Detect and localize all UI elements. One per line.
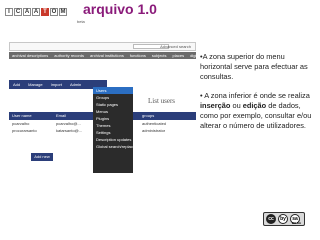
advanced-search-link[interactable]: Advanced search <box>160 44 191 49</box>
cell-groups: authenticated <box>142 121 167 126</box>
top-nav-item[interactable]: subjects <box>149 52 170 59</box>
note-text: • A zona inferior é onde se realiza <box>200 91 310 100</box>
admin-menu-item[interactable]: Settings <box>93 129 133 136</box>
admin-menu-item[interactable]: Static pages <box>93 101 133 108</box>
top-nav-item[interactable]: archival institutions <box>87 52 127 59</box>
admin-menu-item[interactable]: Description updates <box>93 136 133 143</box>
note-bold-insert: inserção <box>200 101 231 110</box>
admin-menu-item[interactable]: Groups <box>93 94 133 101</box>
admin-menu-item[interactable]: Menus <box>93 108 133 115</box>
admin-menu-item[interactable]: Users <box>93 87 133 94</box>
cc-license-badge: cc by sa BY SA <box>263 212 305 226</box>
logo-letter: O <box>50 8 58 16</box>
app-beta-label: beta <box>77 19 85 24</box>
logo-letter: I <box>5 8 13 16</box>
by-icon: by <box>278 214 288 224</box>
main-menu-item[interactable]: Import <box>47 80 66 89</box>
column-header[interactable]: Email <box>53 112 93 120</box>
main-menu-item[interactable]: Manage <box>24 80 46 89</box>
logo-letter: T <box>41 8 49 16</box>
page-title: List users <box>148 97 176 105</box>
admin-menu-item[interactable]: Global search/replace <box>93 143 135 150</box>
admin-menu-item[interactable]: Plugins <box>93 115 133 122</box>
slide-notes: •A zona superior do menu horizontal serv… <box>200 52 318 140</box>
cell-username[interactable]: procurarsanto <box>9 127 53 134</box>
cell-email: katarsanto@... <box>56 128 83 133</box>
app-screenshot: ICAATOM arquivo 1.0 beta Advanced search… <box>3 0 196 173</box>
main-menu-item[interactable]: Admin <box>66 80 85 89</box>
note-paragraph-1: •A zona superior do menu horizontal serv… <box>200 52 308 81</box>
add-new-button[interactable]: Add new <box>31 153 53 161</box>
column-header: groups <box>142 113 155 118</box>
cell-username[interactable]: pcarvalho <box>9 120 53 127</box>
search-bar: Advanced search <box>9 42 196 51</box>
admin-dropdown-menu: Users Groups Static pages Menus Plugins Theme… <box>93 87 135 173</box>
logo: ICAATOM <box>5 2 68 22</box>
top-nav-item[interactable]: authority records <box>51 52 87 59</box>
cell-groups: administrator <box>142 128 166 133</box>
cell-email: pcarvalho@... <box>56 121 81 126</box>
top-nav-item[interactable]: functions <box>127 52 149 59</box>
column-header[interactable]: User name <box>9 112 53 120</box>
note-paragraph-2: • A zona inferior é onde se realiza inse… <box>200 91 318 131</box>
app-title: arquivo 1.0 <box>83 1 157 17</box>
logo-letter: A <box>32 8 40 16</box>
note-text: ou <box>230 101 243 110</box>
logo-letter: C <box>14 8 22 16</box>
note-bold-edit: edição <box>242 101 267 110</box>
top-nav-item[interactable]: places <box>170 52 188 59</box>
top-navigation: archival descriptions authority records ar… <box>9 52 196 59</box>
top-nav-item[interactable]: digital objects <box>187 52 196 59</box>
main-menu-item[interactable]: Add <box>9 80 24 89</box>
license-label: BY SA <box>291 221 301 225</box>
top-nav-item[interactable]: archival descriptions <box>9 52 51 59</box>
logo-letter: M <box>59 8 67 16</box>
admin-menu-item[interactable]: Themes <box>93 122 133 129</box>
logo-letter: A <box>23 8 31 16</box>
cc-icon: cc <box>266 214 276 224</box>
